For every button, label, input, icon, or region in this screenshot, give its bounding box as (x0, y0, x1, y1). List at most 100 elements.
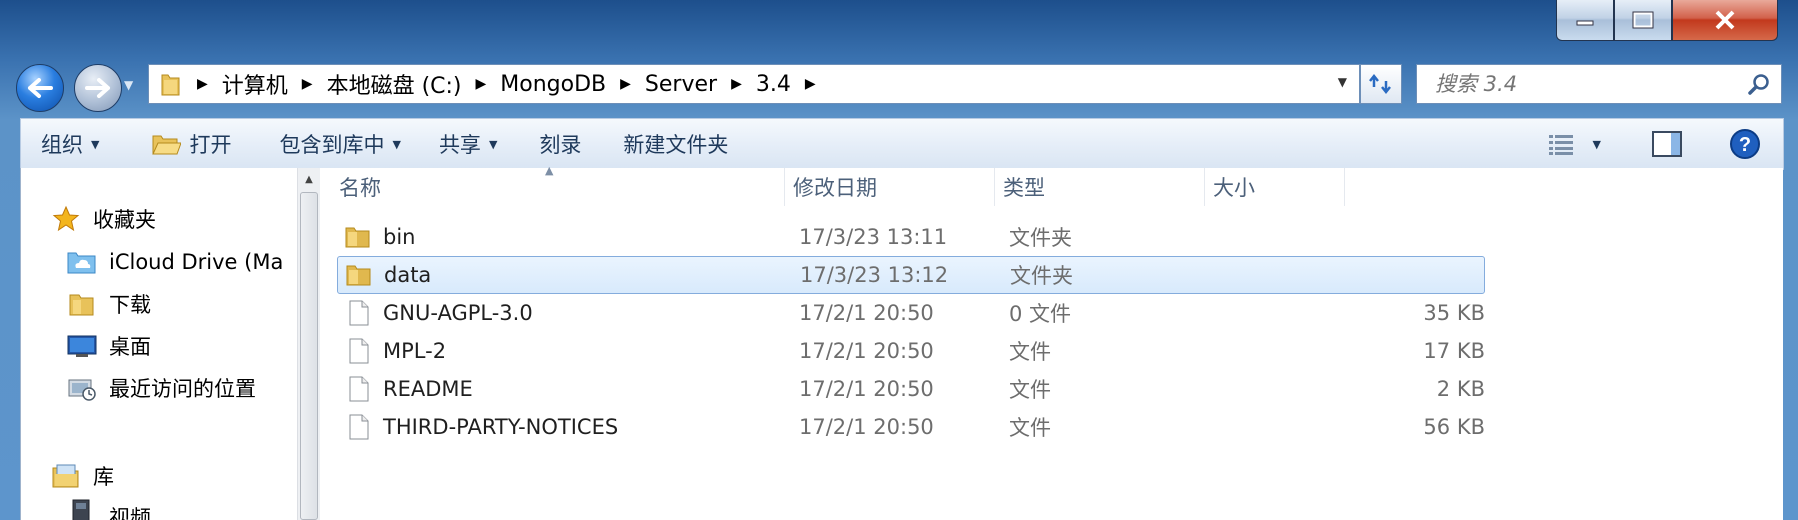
nav-favorites-label: 收藏夹 (93, 208, 156, 232)
open-label: 打开 (189, 133, 232, 157)
breadcrumb-local-disk[interactable]: 本地磁盘 (C:) (327, 68, 462, 100)
breadcrumb-separator[interactable]: ▶ (197, 76, 208, 92)
breadcrumb-3-4[interactable]: 3.4 (756, 72, 791, 97)
preview-pane-icon (1652, 131, 1682, 157)
close-icon (1715, 10, 1735, 30)
file-icon (349, 408, 369, 446)
organize-button[interactable]: 组织 ▼ (27, 119, 113, 169)
nav-item-desktop[interactable]: 桌面 (67, 328, 151, 364)
minimize-button[interactable] (1556, 0, 1614, 41)
file-row-selected[interactable]: data 17/3/23 13:12 文件夹 (337, 256, 1485, 294)
file-modified: 17/3/23 13:12 (800, 263, 949, 287)
column-size[interactable]: 大小 (1205, 168, 1345, 206)
chevron-down-icon: ▼ (488, 137, 498, 151)
column-name[interactable]: 名称 (331, 168, 785, 206)
address-bar[interactable]: ▶ 计算机 ▶ 本地磁盘 (C:) ▶ MongoDB ▶ Server ▶ 3… (148, 64, 1360, 104)
recent-pages-dropdown[interactable]: ▼ (124, 78, 138, 98)
breadcrumb-separator[interactable]: ▶ (620, 76, 631, 92)
column-size-label: 大小 (1213, 176, 1255, 200)
desktop-icon (67, 331, 97, 361)
include-in-library-button[interactable]: 包含到库中 ▼ (265, 119, 414, 169)
close-button[interactable] (1672, 0, 1778, 41)
file-row[interactable]: GNU-AGPL-3.0 17/2/1 20:50 0 文件 35 KB (337, 294, 1485, 332)
back-button[interactable] (16, 64, 64, 112)
nav-pane-scrollbar[interactable]: ▲ (297, 168, 320, 520)
breadcrumb-server[interactable]: Server (645, 72, 717, 97)
share-button[interactable]: 共享 ▼ (425, 119, 511, 169)
command-bar: 组织 ▼ 打开 包含到库中 ▼ 共享 ▼ 刻录 新建文件夹 ▼ ? (20, 118, 1784, 170)
help-icon: ? (1730, 129, 1760, 159)
file-row[interactable]: MPL-2 17/2/1 20:50 文件 17 KB (337, 332, 1485, 370)
maximize-icon (1632, 11, 1654, 29)
breadcrumb-mongodb[interactable]: MongoDB (500, 72, 606, 97)
breadcrumb-separator[interactable]: ▶ (302, 76, 313, 92)
breadcrumb-separator[interactable]: ▶ (476, 76, 487, 92)
nav-item-videos[interactable]: 视频 (67, 498, 151, 520)
preview-pane-button[interactable] (1637, 119, 1697, 169)
nav-item-label: 视频 (109, 506, 151, 520)
navigation-pane: 收藏夹 iCloud Drive (Ma 下载 桌面 最近访问的位置 库 视频 (21, 168, 301, 520)
file-icon (349, 332, 369, 370)
column-modified-label: 修改日期 (793, 176, 877, 200)
file-size: 35 KB (1423, 301, 1485, 325)
nav-item-icloud[interactable]: iCloud Drive (Ma (67, 244, 303, 280)
include-in-library-label: 包含到库中 (279, 133, 385, 157)
address-folder-icon (159, 71, 183, 97)
organize-label: 组织 (41, 133, 83, 157)
scrollbar-thumb[interactable] (300, 192, 318, 520)
file-modified: 17/2/1 20:50 (799, 301, 934, 325)
nav-libraries[interactable]: 库 (51, 458, 114, 494)
new-folder-label: 新建文件夹 (623, 133, 729, 157)
share-label: 共享 (438, 133, 481, 157)
open-folder-icon (151, 131, 182, 157)
burn-label: 刻录 (539, 133, 582, 157)
nav-item-label: 桌面 (109, 335, 151, 359)
nav-favorites[interactable]: 收藏夹 (51, 201, 156, 237)
help-button[interactable]: ? (1715, 119, 1775, 169)
nav-libraries-label: 库 (93, 465, 114, 489)
downloads-folder-icon (67, 289, 97, 319)
nav-item-label: 下载 (109, 293, 151, 317)
nav-item-label: iCloud Drive (Ma (109, 250, 284, 274)
column-type[interactable]: 类型 (995, 168, 1205, 206)
arrow-right-icon (85, 78, 110, 98)
column-name-label: 名称 (339, 176, 381, 200)
file-row[interactable]: README 17/2/1 20:50 文件 2 KB (337, 370, 1485, 408)
file-name: MPL-2 (383, 339, 447, 363)
videos-library-icon (67, 498, 97, 520)
change-view-button[interactable]: ▼ (1533, 119, 1615, 169)
burn-button[interactable]: 刻录 (525, 119, 595, 169)
file-type: 文件夹 (1009, 226, 1072, 250)
forward-button[interactable] (74, 64, 122, 112)
search-icon[interactable] (1747, 73, 1771, 101)
new-folder-button[interactable]: 新建文件夹 (609, 119, 742, 169)
chevron-down-icon: ▼ (91, 137, 100, 151)
open-button[interactable]: 打开 (137, 119, 245, 169)
file-row[interactable]: bin 17/3/23 13:11 文件夹 (337, 218, 1485, 256)
nav-item-label: 最近访问的位置 (109, 377, 256, 401)
refresh-icon (1369, 73, 1391, 95)
file-name: bin (383, 225, 416, 249)
chevron-down-icon[interactable]: ▼ (1593, 138, 1601, 151)
refresh-button[interactable] (1360, 64, 1402, 104)
column-modified[interactable]: 修改日期 (785, 168, 995, 206)
details-view-icon (1548, 135, 1573, 155)
column-header: ▲ 名称 修改日期 类型 大小 (331, 164, 1783, 206)
chevron-down-icon: ▼ (392, 137, 401, 151)
nav-item-recent[interactable]: 最近访问的位置 (67, 370, 256, 406)
address-row: ▼ ▶ 计算机 ▶ 本地磁盘 (C:) ▶ MongoDB ▶ Server ▶… (0, 60, 1798, 112)
file-row[interactable]: THIRD-PARTY-NOTICES 17/2/1 20:50 文件 56 K… (337, 408, 1485, 446)
search-box[interactable] (1416, 64, 1782, 104)
file-type: 文件 (1009, 378, 1051, 402)
search-input[interactable] (1433, 71, 1737, 97)
breadcrumb-computer[interactable]: 计算机 (222, 68, 288, 100)
folder-icon (345, 218, 371, 256)
breadcrumb-separator[interactable]: ▶ (731, 76, 742, 92)
file-name: GNU-AGPL-3.0 (383, 301, 533, 325)
breadcrumb-separator[interactable]: ▶ (805, 76, 816, 92)
nav-item-downloads[interactable]: 下载 (67, 286, 151, 322)
address-history-dropdown[interactable]: ▼ (1338, 75, 1347, 89)
scroll-up-arrow-icon[interactable]: ▲ (298, 168, 320, 190)
maximize-button[interactable] (1614, 0, 1672, 41)
star-icon (51, 204, 81, 234)
